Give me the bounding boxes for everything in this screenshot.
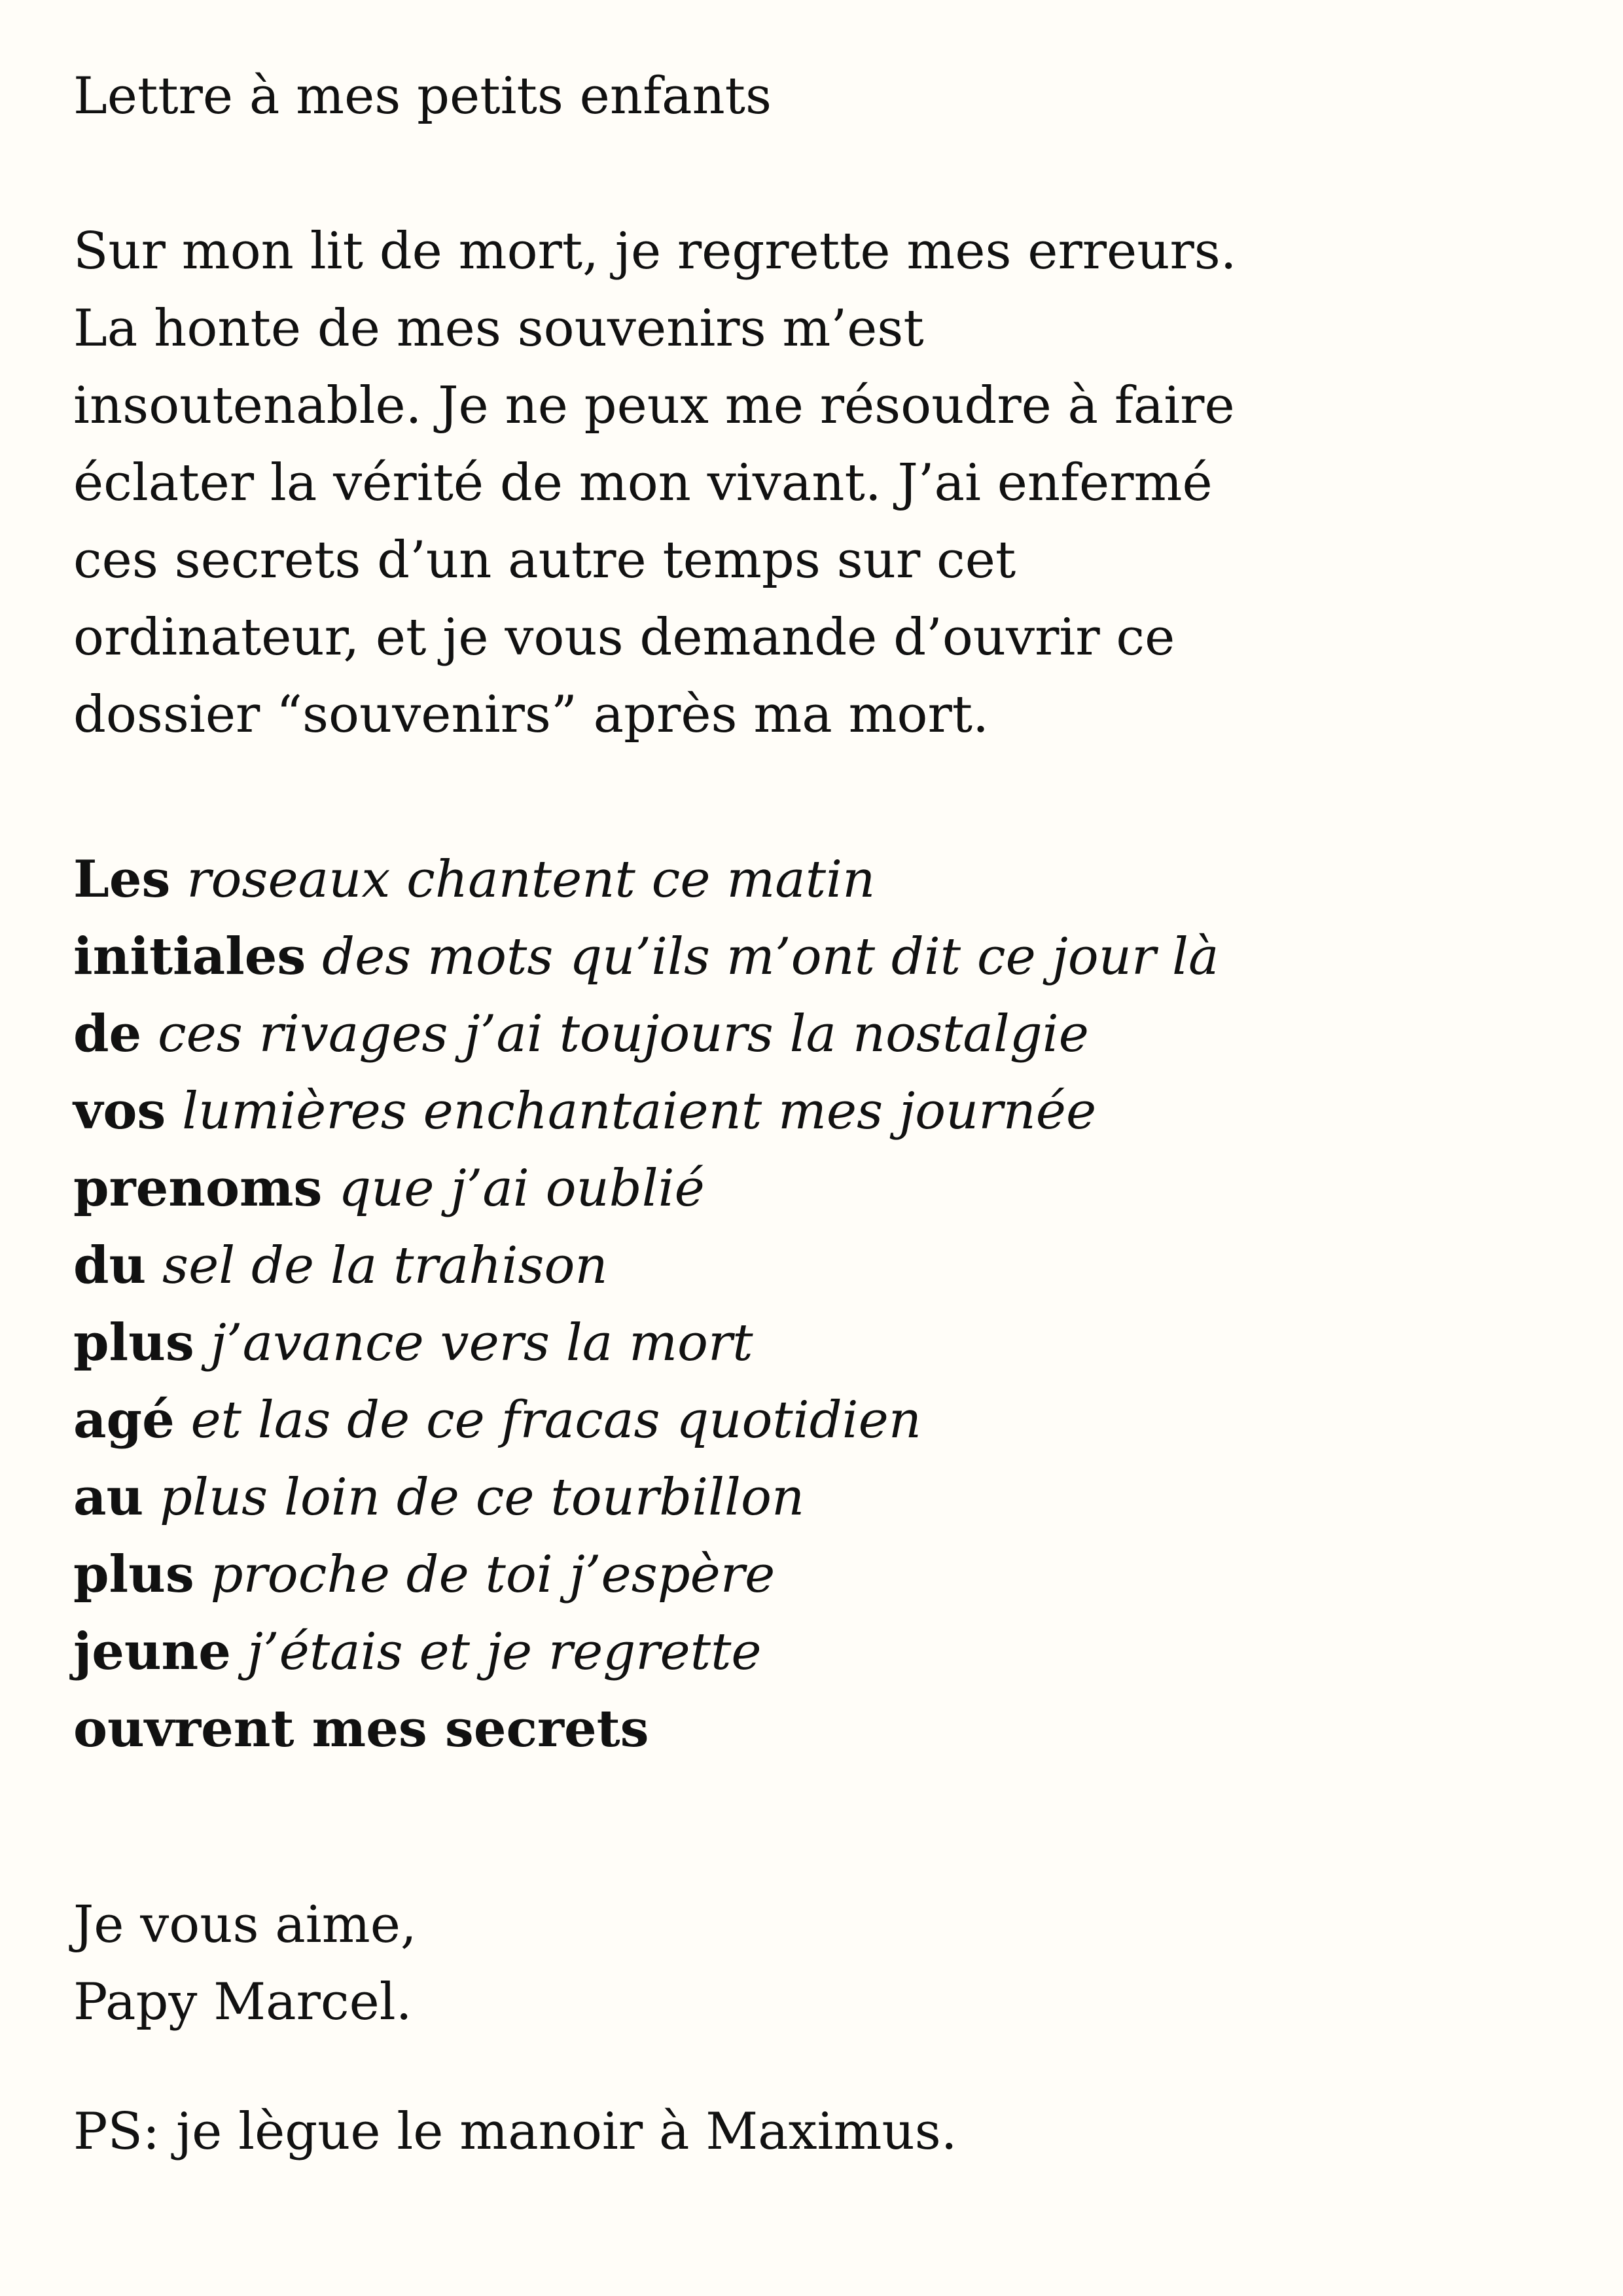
intro-paragraph: Sur mon lit de mort, je regrette mes err… xyxy=(73,213,1237,753)
poem-italic-phrase: j’avance vers la mort xyxy=(210,1314,753,1372)
intro-line: ces secrets d’un autre temps sur cet xyxy=(73,531,1016,590)
poem-line: plus j’avance vers la mort xyxy=(73,1304,1219,1382)
poem-line: du sel de la trahison xyxy=(73,1227,1219,1304)
letter-title: Lettre à mes petits enfants xyxy=(73,67,772,126)
poem-bold-word: initiales xyxy=(73,927,306,986)
poem-italic-phrase: ces rivages j’ai toujours la nostalgie xyxy=(157,1005,1089,1064)
poem-line: vos lumières enchantaient mes journée xyxy=(73,1073,1219,1150)
postscript-text: PS: je lègue le manoir à Maximus. xyxy=(73,2102,957,2161)
poem-italic-phrase: lumières enchantaient mes journée xyxy=(182,1082,1097,1141)
poem-line: au plus loin de ce tourbillon xyxy=(73,1459,1219,1536)
poem-bold-word: plus xyxy=(73,1313,194,1372)
letter-page: Lettre à mes petits enfants Sur mon lit … xyxy=(0,0,1623,2296)
poem-line: Les roseaux chantent ce matin xyxy=(73,841,1219,918)
poem-bold-word: prenoms xyxy=(73,1158,323,1218)
poem-italic-phrase: plus loin de ce tourbillon xyxy=(160,1468,805,1527)
poem-bold-word: au xyxy=(73,1467,144,1527)
closing-line: Je vous aime, xyxy=(73,1895,417,1954)
poem-bold-word: agé xyxy=(73,1390,175,1450)
poem-bold-word: du xyxy=(73,1236,147,1295)
intro-line: éclater la vérité de mon vivant. J’ai en… xyxy=(73,454,1213,512)
poem-line: ouvrent mes secrets xyxy=(73,1691,1219,1768)
intro-line: ordinateur, et je vous demande d’ouvrir … xyxy=(73,608,1175,667)
poem-line: de ces rivages j’ai toujours la nostalgi… xyxy=(73,996,1219,1073)
title-block: Lettre à mes petits enfants xyxy=(73,58,772,135)
intro-line: La honte de mes souvenirs m’est xyxy=(73,299,924,358)
poem-bold-word: plus xyxy=(73,1545,194,1604)
poem-line: initiales des mots qu’ils m’ont dit ce j… xyxy=(73,918,1219,996)
intro-line: dossier “souvenirs” après ma mort. xyxy=(73,685,989,744)
poem-line: jeune j’étais et je regrette xyxy=(73,1613,1219,1691)
intro-line: insoutenable. Je ne peux me résoudre à f… xyxy=(73,376,1235,435)
closing: Je vous aime, Papy Marcel. xyxy=(73,1886,417,2041)
poem-bold-word: jeune xyxy=(73,1622,231,1681)
poem-bold-word: ouvrent mes secrets xyxy=(73,1699,649,1759)
poem-italic-phrase: et las de ce fracas quotidien xyxy=(190,1391,921,1450)
poem-italic-phrase: sel de la trahison xyxy=(162,1236,608,1295)
postscript: PS: je lègue le manoir à Maximus. xyxy=(73,2093,957,2170)
poem-italic-phrase: j’étais et je regrette xyxy=(247,1623,762,1681)
poem-bold-word: vos xyxy=(73,1081,166,1141)
poem-bold-word: Les xyxy=(73,850,171,909)
poem-line: agé et las de ce fracas quotidien xyxy=(73,1382,1219,1459)
poem-line: prenoms que j’ai oublié xyxy=(73,1150,1219,1227)
poem: Les roseaux chantent ce matin initiales … xyxy=(73,841,1219,1768)
poem-italic-phrase: roseaux chantent ce matin xyxy=(187,850,876,909)
poem-bold-word: de xyxy=(73,1004,142,1064)
signature: Papy Marcel. xyxy=(73,1973,412,2032)
poem-line: plus proche de toi j’espère xyxy=(73,1536,1219,1613)
intro-line: Sur mon lit de mort, je regrette mes err… xyxy=(73,222,1237,281)
poem-italic-phrase: des mots qu’ils m’ont dit ce jour là xyxy=(322,927,1219,986)
poem-italic-phrase: proche de toi j’espère xyxy=(210,1545,776,1604)
poem-italic-phrase: que j’ai oublié xyxy=(338,1159,705,1218)
